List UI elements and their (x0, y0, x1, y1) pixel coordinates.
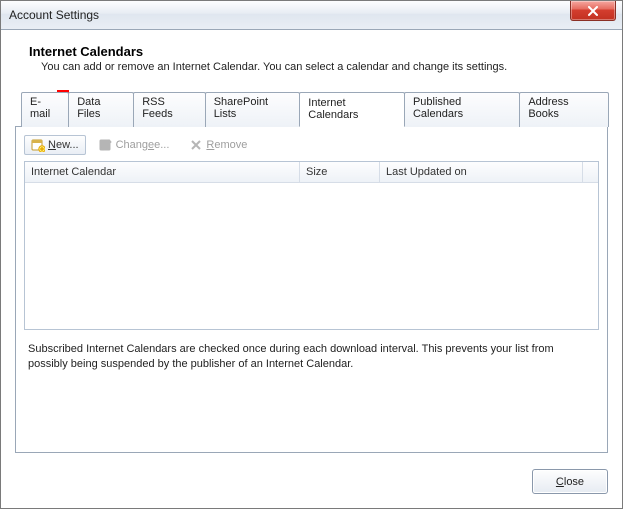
new-button-label: New... (48, 139, 79, 151)
tab-sharepoint-lists[interactable]: SharePoint Lists (205, 92, 301, 127)
close-button[interactable]: Close (532, 469, 608, 494)
account-settings-window: Account Settings Internet Calendars You … (0, 0, 623, 509)
dialog-buttons: Close (15, 453, 608, 494)
section-description: You can add or remove an Internet Calend… (41, 61, 608, 73)
grid-header: Internet Calendar Size Last Updated on (25, 162, 598, 183)
window-title: Account Settings (9, 8, 99, 22)
close-icon (588, 6, 598, 16)
content-area: Internet Calendars You can add or remove… (1, 30, 622, 508)
column-header-last-updated[interactable]: Last Updated on (380, 162, 583, 182)
close-window-button[interactable] (570, 1, 616, 21)
titlebar: Account Settings (1, 1, 622, 30)
new-calendar-icon (31, 138, 45, 152)
grid-body (25, 183, 598, 329)
toolbar: New... Changee... Remove (24, 135, 599, 155)
new-button[interactable]: New... (24, 135, 86, 155)
tab-rss-feeds[interactable]: RSS Feeds (133, 92, 206, 127)
footnote-text: Subscribed Internet Calendars are checke… (24, 330, 599, 372)
column-header-name[interactable]: Internet Calendar (25, 162, 300, 182)
change-button: Changee... (92, 135, 177, 155)
tab-published-calendars[interactable]: Published Calendars (404, 92, 520, 127)
tab-data-files[interactable]: Data Files (68, 92, 134, 127)
remove-button-label: Remove (206, 139, 247, 151)
section-title: Internet Calendars (29, 44, 608, 59)
tab-internet-calendars[interactable]: Internet Calendars (299, 92, 405, 127)
column-header-spacer (583, 162, 598, 182)
remove-button: Remove (182, 135, 254, 155)
tab-address-books[interactable]: Address Books (519, 92, 609, 127)
tab-page: New... Changee... Remove (15, 126, 608, 453)
remove-icon (189, 138, 203, 152)
header-block: Internet Calendars You can add or remove… (15, 44, 608, 73)
calendar-grid: Internet Calendar Size Last Updated on (24, 161, 599, 330)
tab-email[interactable]: E-mail (21, 92, 69, 127)
tabstrip: E-mail Data Files RSS Feeds SharePoint L… (15, 91, 608, 126)
close-button-label: Close (556, 476, 584, 488)
change-icon (99, 138, 113, 152)
column-header-size[interactable]: Size (300, 162, 380, 182)
change-button-label: Changee... (116, 139, 170, 151)
